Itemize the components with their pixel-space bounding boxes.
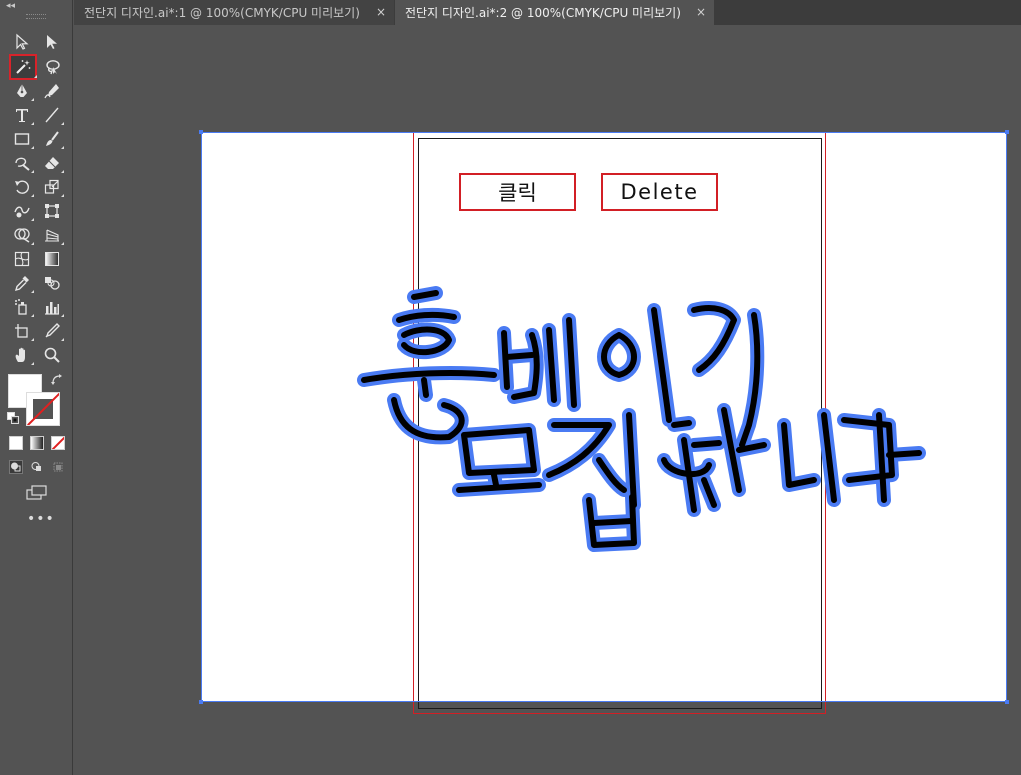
rotate-tool[interactable] [11,176,34,198]
mesh-tool[interactable] [11,248,33,270]
draw-normal-icon[interactable] [9,460,23,474]
canvas[interactable]: 클릭 Delete [74,25,1021,775]
close-tab-icon[interactable]: × [376,5,386,19]
document-tab-1[interactable]: 전단지 디자인.ai*:1 @ 100%(CMYK/CPU 미리보기) × [74,0,394,25]
tab-label: 전단지 디자인.ai*:2 @ 100%(CMYK/CPU 미리보기) [405,6,681,20]
draw-inside-icon[interactable] [51,460,65,474]
blend-tool[interactable] [41,272,63,294]
selection-handle[interactable] [1005,130,1009,134]
edit-toolbar-icon[interactable]: ••• [27,512,55,526]
magic-wand-tool[interactable] [9,54,37,80]
rectangle-tool[interactable] [11,128,34,150]
shape-builder-tool[interactable] [11,224,34,246]
panel-grip[interactable] [26,14,46,19]
close-tab-icon[interactable]: × [696,5,706,19]
eraser-tool[interactable] [41,152,64,174]
tools-panel: ◂◂ ••• [0,0,73,775]
color-mode-button[interactable] [9,436,23,450]
symbol-sprayer-tool[interactable] [11,296,34,318]
selection-handle[interactable] [1005,700,1009,704]
hand-tool[interactable] [11,344,34,366]
artboard-tool[interactable] [11,320,34,342]
default-fill-stroke-icon[interactable] [7,412,19,424]
none-slash-icon [27,393,59,425]
gradient-tool[interactable] [41,248,63,270]
selection-handle[interactable] [199,130,203,134]
none-mode-button[interactable] [51,436,65,450]
paintbrush-tool[interactable] [41,128,64,150]
collapse-panel-icon[interactable]: ◂◂ [6,2,15,11]
eyedropper-tool[interactable] [11,272,34,294]
scale-tool[interactable] [41,176,64,198]
direct-selection-tool[interactable] [41,31,63,53]
tab-label: 전단지 디자인.ai*:1 @ 100%(CMYK/CPU 미리보기) [84,6,360,20]
selection-handle[interactable] [199,700,203,704]
screen-mode-icon[interactable] [25,484,49,502]
pen-tool[interactable] [11,80,34,102]
line-segment-tool[interactable] [41,104,64,126]
free-transform-tool[interactable] [41,200,63,222]
perspective-grid-tool[interactable] [41,224,64,246]
document-tab-bar: 전단지 디자인.ai*:1 @ 100%(CMYK/CPU 미리보기) × 전단… [74,0,1021,25]
gradient-mode-button[interactable] [30,436,44,450]
document-tab-2[interactable]: 전단지 디자인.ai*:2 @ 100%(CMYK/CPU 미리보기) × [395,0,714,25]
swap-fill-stroke-icon[interactable] [50,373,64,387]
warp-tool[interactable] [11,200,34,222]
artboard-selection-frame [201,132,1007,702]
shaper-tool[interactable] [11,152,34,174]
lasso-tool[interactable] [41,56,63,78]
curvature-tool[interactable] [41,80,63,102]
selection-tool[interactable] [11,31,33,53]
slice-tool[interactable] [41,320,64,342]
draw-behind-icon[interactable] [30,460,44,474]
column-graph-tool[interactable] [41,296,64,318]
stroke-color-swatch[interactable] [26,392,60,426]
zoom-tool[interactable] [41,344,63,366]
type-tool[interactable] [11,104,34,126]
